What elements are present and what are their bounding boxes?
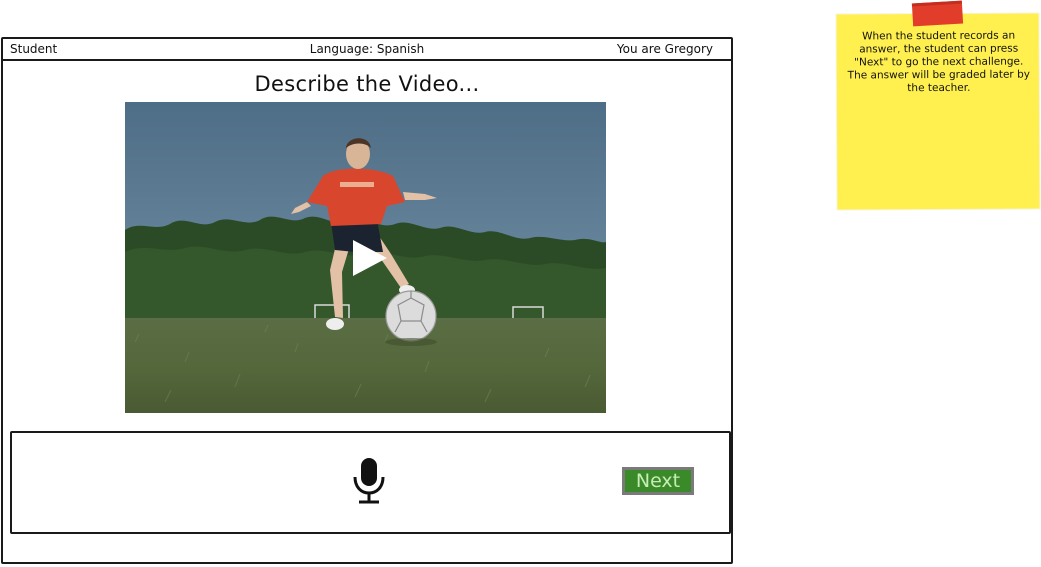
- play-icon[interactable]: [349, 238, 389, 278]
- video-player[interactable]: [125, 102, 606, 413]
- next-button[interactable]: Next: [622, 467, 694, 495]
- microphone-icon[interactable]: [352, 457, 386, 505]
- app-window: Student Language: Spanish You are Gregor…: [1, 37, 733, 564]
- top-bar: Student Language: Spanish You are Gregor…: [3, 39, 731, 61]
- sticky-note-text: When the student records an answer, the …: [847, 29, 1030, 95]
- page-title: Describe the Video...: [254, 72, 480, 96]
- answer-recorder-panel: Next: [10, 431, 731, 534]
- user-label: You are Gregory: [616, 42, 713, 56]
- sticky-note: When the student records an answer, the …: [836, 0, 1040, 210]
- tape-decoration: [911, 0, 964, 27]
